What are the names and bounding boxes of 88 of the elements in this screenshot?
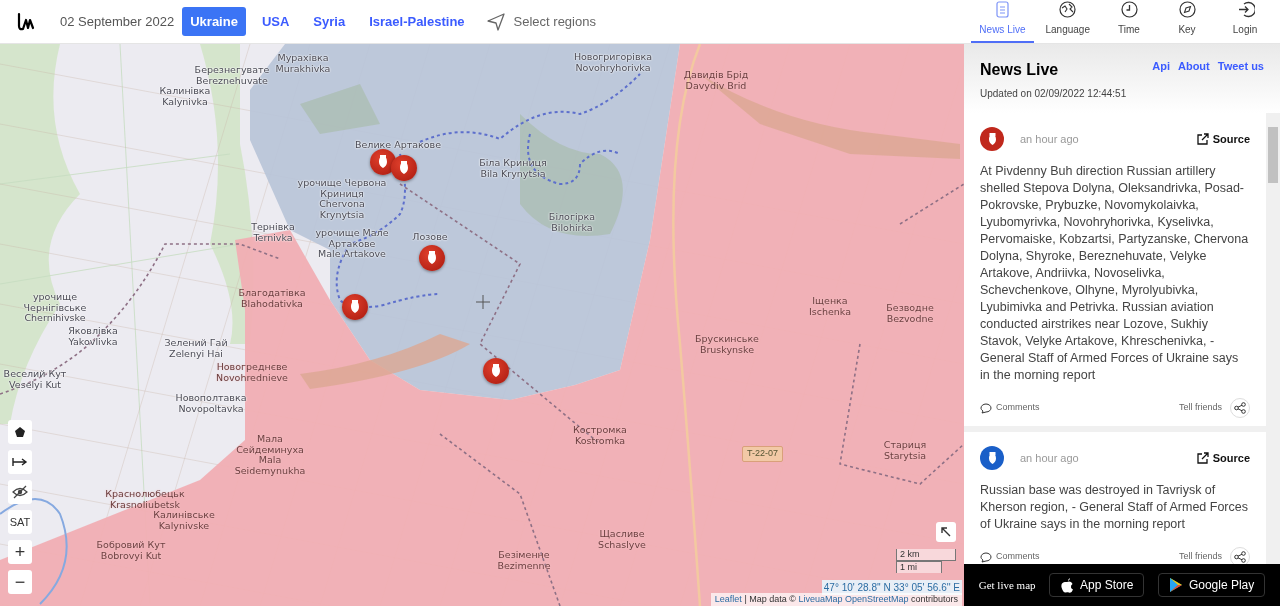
place-label: Новогреднєве Novohrednieve: [216, 362, 288, 383]
hide-layers-button[interactable]: [8, 480, 32, 504]
place-label: Безводне Bezvodne: [886, 303, 934, 324]
place-label: Біла Криниця Bila Krynytsia: [479, 158, 547, 179]
place-label: Безіменне Bezimenne: [497, 550, 551, 571]
panel-title: News Live: [980, 60, 1059, 80]
apple-logo-icon: [1060, 577, 1075, 593]
comments-link[interactable]: Comments: [980, 401, 1040, 415]
store-button[interactable]: Google Play: [1157, 573, 1266, 597]
measure-button[interactable]: [8, 450, 32, 474]
news-text: At Pivdenny Buh direction Russian artillery shelled Stepova Dolyna, Oleksandrivka, Posad-Pokrovske, Prybuzke, Novomykolaivka, Lyubomyrivka, Novohryhorivka, Kyselivka, Pervomaiske, Kobzartsi, Partyzanske, Chervona Dolyna, Shyroke, Bereznehuvate, Velyke Artakove, Andriivka, Novoselivka, Schevchenkove, Olhyne, Myrolyubivka, Lyubimivka and Petrivka. Russian aviation conducted airstrikes near Lozove, Sukhiy Stavok, Velyke Artakove, Khreschenivka, - General Staff of Armed Forces of Ukraine says in the morning report: [980, 163, 1250, 384]
satellite-button[interactable]: SAT: [8, 510, 32, 534]
place-label: урочище Мале Артакове Male Artakove: [314, 228, 390, 260]
time-label: an hour ago: [1020, 131, 1079, 147]
source-link[interactable]: LiveuaMap: [798, 593, 843, 604]
region-tab[interactable]: Israel-Palestine: [361, 6, 473, 37]
place-label: Калинівське Kalynivske: [153, 510, 215, 531]
tell-friends-label: Tell friends: [1178, 401, 1222, 415]
compass-icon: [1177, 0, 1197, 19]
road-number-label: T-22-07: [742, 446, 784, 462]
eye-slash-icon: [12, 485, 28, 499]
polygon-draw-button[interactable]: [8, 420, 32, 444]
leaflet-link[interactable]: Leaflet: [714, 593, 742, 604]
select-regions-button[interactable]: Select regions: [484, 10, 597, 33]
logo-icon[interactable]: [16, 11, 36, 32]
speech-bubble-icon: [980, 551, 992, 563]
nav-tab[interactable]: Language: [1037, 0, 1098, 43]
tell-friends-label: Tell friends: [1178, 550, 1222, 564]
place-label: Калинівка Kalynivka: [159, 86, 211, 107]
place-label: урочище Червона Криниця Chervona Krynytsia: [296, 178, 388, 220]
place-label: Яковлівка Yakovlivka: [68, 326, 118, 347]
zoom-out-button[interactable]: −: [8, 570, 32, 594]
time-label: an hour ago: [1020, 450, 1079, 466]
globe-icon: [1058, 0, 1078, 19]
source-link[interactable]: OpenStreetMap: [844, 593, 909, 604]
place-label: Стариця Starytsia: [883, 440, 927, 461]
place-label: Веселий Кут Veselyi Kut: [3, 369, 67, 390]
region-tab[interactable]: Syria: [305, 6, 354, 37]
place-label: Лозове: [412, 232, 448, 243]
place-label: Благодатівка Blahodativka: [238, 288, 306, 309]
play-logo-icon: [1168, 577, 1183, 593]
place-label: Щасливе Schaslyve: [598, 529, 646, 550]
place-label: Бобровий Кут Bobrovyi Kut: [96, 540, 166, 561]
place-label: Брускинське Bruskynske: [695, 334, 759, 355]
place-label: урочище Чернігівське Chernihivske: [22, 292, 88, 324]
place-label: Тернівка Ternivka: [251, 222, 295, 243]
news-text: Russian base was destroyed in Tavriysk of Kherson region, - General Staff of Armed Forces of Ukraine says in the morning report: [980, 482, 1249, 533]
header-link[interactable]: About: [1177, 58, 1210, 75]
external-link-icon: [1195, 132, 1209, 146]
source-link[interactable]: Source: [1195, 449, 1250, 467]
scale-label: 2 km: [896, 549, 956, 561]
updated-label: Updated on 02/09/2022 12:44:51: [980, 87, 1128, 101]
place-label: Березнегувате Bereznehuvate: [194, 65, 270, 86]
zoom-in-button[interactable]: +: [8, 540, 32, 564]
source-link[interactable]: Source: [1195, 130, 1250, 148]
share-button[interactable]: [1230, 398, 1250, 418]
region-tab[interactable]: Ukraine: [182, 6, 246, 37]
speech-bubble-icon: [980, 402, 992, 414]
place-label: Велике Артакове: [354, 140, 442, 151]
place-label: Давидів Брід Davydiv Brid: [683, 70, 749, 91]
header-link[interactable]: Tweet us: [1217, 58, 1264, 75]
get-live-map-label: Get live map: [978, 577, 1036, 593]
nav-tab[interactable]: Time: [1102, 0, 1156, 43]
comments-link[interactable]: Comments: [980, 550, 1040, 564]
place-label: Білогірка Bilohirka: [548, 212, 596, 233]
store-button[interactable]: App Store: [1049, 573, 1145, 597]
place-label: Краснолюбецьк Krasnoliubetsk: [105, 489, 185, 510]
date-label: 02 September 2022: [60, 12, 175, 31]
share-button[interactable]: [1230, 547, 1250, 564]
arrow-bar-icon: [12, 457, 28, 467]
place-label: Новополтавка Novopoltavka: [175, 393, 247, 414]
place-label: Новогригорівка Novohryhorivka: [573, 52, 653, 73]
external-link-icon: [1195, 451, 1209, 465]
place-label: Зелений Гай Zelenyi Hai: [164, 338, 228, 359]
header-link[interactable]: Api: [1152, 58, 1170, 75]
clock-icon: [1119, 0, 1139, 19]
nav-tab[interactable]: Key: [1160, 0, 1214, 43]
region-tab[interactable]: USA: [253, 6, 298, 37]
place-label: Іщенка Ischenka: [809, 296, 851, 317]
scale-label: 1 mi: [896, 561, 942, 573]
place-label: Мурахівка Murakhivka: [275, 53, 331, 74]
place-label: Костромка Kostromka: [573, 425, 627, 446]
nav-tab[interactable]: Login: [1218, 0, 1272, 43]
diagonal-arrow-icon: [941, 527, 951, 537]
pentagon-icon: [14, 426, 26, 438]
cursor-arrow-icon: [485, 11, 506, 32]
collapse-button[interactable]: [936, 522, 956, 542]
place-label: Мала Сейдеминуха Mala Seidemynukha: [233, 434, 307, 476]
